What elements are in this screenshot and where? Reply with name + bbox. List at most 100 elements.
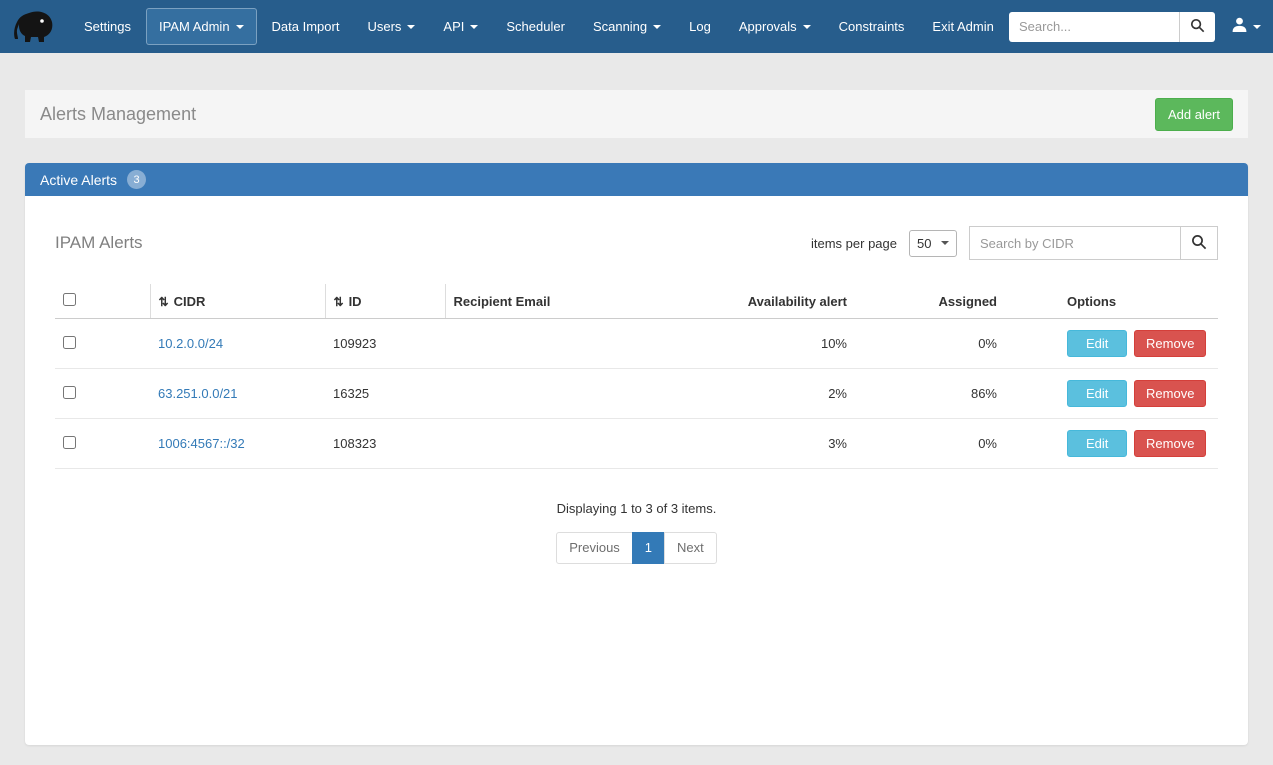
nav-label: Users <box>367 19 401 34</box>
caret-down-icon <box>1253 25 1261 29</box>
column-label: CIDR <box>174 294 206 309</box>
select-all-checkbox[interactable] <box>63 293 76 306</box>
nav-item-api[interactable]: API <box>430 8 491 45</box>
items-per-page-select[interactable]: 50 <box>909 230 957 257</box>
nav-label: Log <box>689 19 711 34</box>
search-icon <box>1191 234 1207 253</box>
availability-cell: 2% <box>695 369 855 419</box>
column-label: Availability alert <box>748 294 847 309</box>
nav-item-data-import[interactable]: Data Import <box>259 8 353 45</box>
items-per-page-label: items per page <box>811 236 897 251</box>
nav-label: Scheduler <box>506 19 565 34</box>
nav-item-scheduler[interactable]: Scheduler <box>493 8 578 45</box>
pagination-page-1[interactable]: 1 <box>632 532 665 564</box>
panel-body: IPAM Alerts items per page 50 <box>25 196 1248 594</box>
recipient-email-cell <box>445 319 695 369</box>
id-cell: 109923 <box>325 319 445 369</box>
navbar-search-button[interactable] <box>1179 12 1215 42</box>
nav-label: Scanning <box>593 19 647 34</box>
nav-item-approvals[interactable]: Approvals <box>726 8 824 45</box>
cidr-search-group <box>969 226 1218 260</box>
nav-label: Settings <box>84 19 131 34</box>
cidr-link[interactable]: 10.2.0.0/24 <box>158 336 223 351</box>
active-alerts-panel: Active Alerts 3 IPAM Alerts items per pa… <box>25 163 1248 745</box>
header-select <box>55 284 150 319</box>
panel-title: Active Alerts <box>40 172 117 188</box>
remove-button[interactable]: Remove <box>1134 430 1206 457</box>
recipient-email-cell <box>445 419 695 469</box>
edit-button[interactable]: Edit <box>1067 330 1127 357</box>
logo-elephant-icon <box>12 6 58 48</box>
nav-item-exit-admin[interactable]: Exit Admin <box>919 8 1006 45</box>
nav-label: Exit Admin <box>932 19 993 34</box>
page-title: Alerts Management <box>40 104 196 125</box>
column-label: ID <box>349 294 362 309</box>
add-alert-button[interactable]: Add alert <box>1155 98 1233 131</box>
header-options: Options <box>1005 284 1218 319</box>
user-menu[interactable] <box>1231 16 1261 38</box>
navbar-search-group <box>1009 12 1215 42</box>
caret-down-icon <box>470 25 478 29</box>
widget-header: IPAM Alerts items per page 50 <box>40 216 1233 284</box>
navbar-right <box>1009 12 1261 42</box>
row-checkbox[interactable] <box>63 336 76 349</box>
cidr-link[interactable]: 1006:4567::/32 <box>158 436 245 451</box>
id-cell: 16325 <box>325 369 445 419</box>
header-assigned: Assigned <box>855 284 1005 319</box>
table-row: 1006:4567::/32 108323 3% 0% Edit Remove <box>55 419 1218 469</box>
alerts-table: ⇅ CIDR ⇅ ID Recipient Email Availability a… <box>55 284 1218 469</box>
assigned-cell: 86% <box>855 369 1005 419</box>
sort-icon: ⇅ <box>334 295 344 309</box>
caret-down-icon <box>236 25 244 29</box>
pagination-previous[interactable]: Previous <box>556 532 633 564</box>
alerts-count-badge: 3 <box>127 170 146 189</box>
top-navbar: Settings IPAM Admin Data Import Users AP… <box>0 0 1273 53</box>
sort-icon: ⇅ <box>159 295 169 309</box>
nav-menu: Settings IPAM Admin Data Import Users AP… <box>70 8 1008 45</box>
table-row: 10.2.0.0/24 109923 10% 0% Edit Remove <box>55 319 1218 369</box>
table-row: 63.251.0.0/21 16325 2% 86% Edit Remove <box>55 369 1218 419</box>
recipient-email-cell <box>445 369 695 419</box>
cidr-search-input[interactable] <box>969 226 1181 260</box>
remove-button[interactable]: Remove <box>1134 330 1206 357</box>
caret-down-icon <box>803 25 811 29</box>
nav-item-users[interactable]: Users <box>354 8 428 45</box>
pagination-next[interactable]: Next <box>664 532 717 564</box>
assigned-cell: 0% <box>855 419 1005 469</box>
header-id[interactable]: ⇅ ID <box>325 284 445 319</box>
nav-label: Constraints <box>839 19 905 34</box>
page-header: Alerts Management Add alert <box>25 90 1248 138</box>
widget-title: IPAM Alerts <box>55 233 143 253</box>
header-cidr[interactable]: ⇅ CIDR <box>150 284 325 319</box>
column-label: Recipient Email <box>454 294 551 309</box>
navbar-search-input[interactable] <box>1009 12 1179 42</box>
pagination: Previous 1 Next <box>40 532 1233 564</box>
nav-item-ipam-admin[interactable]: IPAM Admin <box>146 8 257 45</box>
widget-controls: items per page 50 <box>811 226 1218 260</box>
caret-down-icon <box>407 25 415 29</box>
column-label: Assigned <box>938 294 997 309</box>
nav-label: IPAM Admin <box>159 19 230 34</box>
nav-item-constraints[interactable]: Constraints <box>826 8 918 45</box>
nav-label: API <box>443 19 464 34</box>
user-icon <box>1231 16 1248 38</box>
cidr-link[interactable]: 63.251.0.0/21 <box>158 386 238 401</box>
column-label: Options <box>1067 294 1116 309</box>
cidr-search-button[interactable] <box>1180 226 1218 260</box>
row-checkbox[interactable] <box>63 386 76 399</box>
nav-label: Approvals <box>739 19 797 34</box>
nav-item-scanning[interactable]: Scanning <box>580 8 674 45</box>
availability-cell: 3% <box>695 419 855 469</box>
results-summary: Displaying 1 to 3 of 3 items. <box>40 501 1233 516</box>
row-checkbox[interactable] <box>63 436 76 449</box>
panel-heading: Active Alerts 3 <box>25 163 1248 196</box>
edit-button[interactable]: Edit <box>1067 380 1127 407</box>
nav-item-log[interactable]: Log <box>676 8 724 45</box>
nav-label: Data Import <box>272 19 340 34</box>
availability-cell: 10% <box>695 319 855 369</box>
nav-item-settings[interactable]: Settings <box>71 8 144 45</box>
edit-button[interactable]: Edit <box>1067 430 1127 457</box>
remove-button[interactable]: Remove <box>1134 380 1206 407</box>
header-availability-alert: Availability alert <box>695 284 855 319</box>
search-icon <box>1190 18 1205 36</box>
